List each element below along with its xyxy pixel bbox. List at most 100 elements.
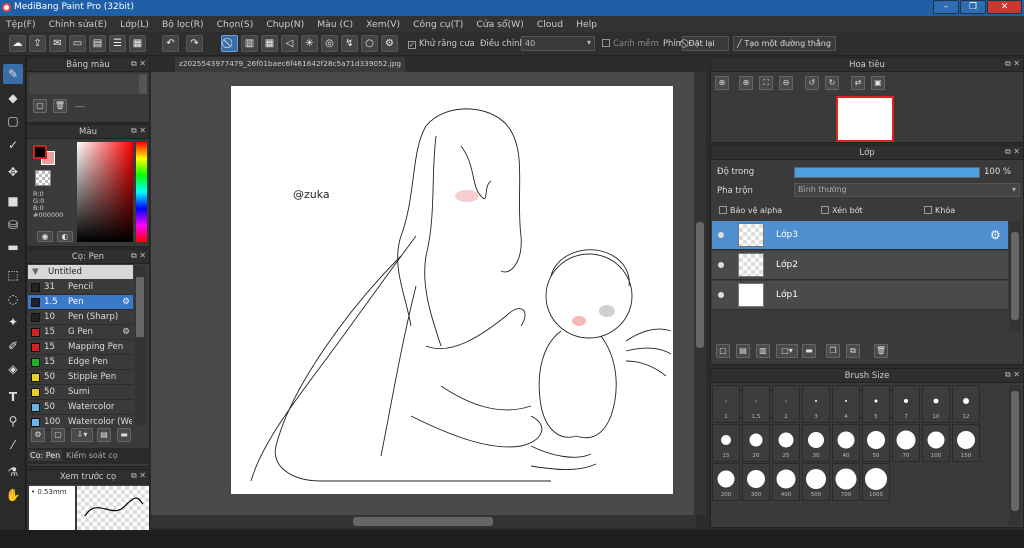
blend-select[interactable]: Bình thường ▾ xyxy=(794,183,1020,197)
brush-tool-icon[interactable]: ✎ xyxy=(3,64,23,84)
brush-size-option[interactable]: 1 xyxy=(712,385,740,423)
close-icon[interactable]: ✕ xyxy=(1013,370,1020,379)
brush-size-option[interactable]: 700 xyxy=(832,463,860,501)
brush-size-option[interactable]: 300 xyxy=(742,463,770,501)
brush-size-option[interactable]: 30 xyxy=(802,424,830,462)
popout-icon[interactable]: ⧉ xyxy=(1005,147,1011,156)
select-tool-icon[interactable]: ⬚ xyxy=(3,265,23,285)
scroll-thumb[interactable] xyxy=(136,277,144,337)
close-icon[interactable]: ✕ xyxy=(1013,59,1020,68)
new-layer-icon[interactable]: ▢ xyxy=(716,344,730,358)
brush-add-icon[interactable]: ⚙ xyxy=(31,428,45,442)
menu-cloud[interactable]: Cloud xyxy=(537,19,563,30)
comment-icon[interactable]: ▭ xyxy=(69,35,86,52)
saturation-value-square[interactable] xyxy=(77,142,133,242)
dropper-tool-icon[interactable]: ⚗ xyxy=(3,462,23,482)
popout-icon[interactable]: ⧉ xyxy=(131,471,137,480)
minimize-button[interactable]: – xyxy=(933,0,959,14)
snap-off-icon[interactable]: ⃠ xyxy=(221,35,238,52)
brush-size-option[interactable]: 10 xyxy=(922,385,950,423)
select-eraser-icon[interactable]: ◈ xyxy=(3,359,23,379)
layer-row[interactable]: Lớp2 xyxy=(712,251,1008,280)
transparent-swatch[interactable] xyxy=(35,170,51,186)
lasso-tool-icon[interactable]: ◌ xyxy=(3,289,23,309)
snap-circle-icon[interactable]: ○ xyxy=(361,35,378,52)
popout-icon[interactable]: ⧉ xyxy=(1005,59,1011,68)
color-swap-icon[interactable]: ◐ xyxy=(57,231,73,242)
clipping-checkbox[interactable]: Xén bớt xyxy=(821,206,863,215)
protect-alpha-checkbox[interactable]: Bảo vệ alpha xyxy=(719,206,782,215)
snap-concentric-icon[interactable]: ◎ xyxy=(321,35,338,52)
brush-size-option[interactable]: 7 xyxy=(892,385,920,423)
brush-copy-icon[interactable]: ▢ xyxy=(51,428,65,442)
brush-scrollbar[interactable] xyxy=(135,265,145,425)
snap-curve-icon[interactable]: ↯ xyxy=(341,35,358,52)
navigator-thumbnail[interactable] xyxy=(836,96,894,142)
brush-size-option[interactable]: 400 xyxy=(772,463,800,501)
gear-icon[interactable]: ⚙ xyxy=(122,295,130,310)
document-icon[interactable]: ▤ xyxy=(89,35,106,52)
grid-icon[interactable]: ▦ xyxy=(129,35,146,52)
straight-line-button[interactable]: ╱ Tạo một đường thẳng xyxy=(733,36,836,51)
close-icon[interactable]: ✕ xyxy=(139,251,146,260)
menu-filter[interactable]: Bộ lọc(R) xyxy=(162,19,204,30)
upload-icon[interactable]: ⇪ xyxy=(29,35,46,52)
brush-item[interactable]: 15 Mapping Pen xyxy=(28,340,133,355)
zoom-in-icon[interactable]: ⊕ xyxy=(739,76,753,90)
brush-size-option[interactable]: 100 xyxy=(922,424,950,462)
menu-select[interactable]: Chọn(S) xyxy=(217,19,254,30)
brush-folder-icon[interactable]: ▬ xyxy=(117,428,131,442)
brush-group-header[interactable]: ▼ Untitled xyxy=(28,265,133,279)
menu-file[interactable]: Tệp(F) xyxy=(6,19,36,30)
palette-scrollbar[interactable] xyxy=(139,74,147,94)
brush-size-option[interactable]: 70 xyxy=(892,424,920,462)
divide-tool-icon[interactable]: ⚲ xyxy=(3,411,23,431)
scroll-thumb[interactable] xyxy=(353,517,493,526)
bucket-tool-icon[interactable]: ⛁ xyxy=(3,215,23,235)
gear-icon[interactable]: ⚙ xyxy=(122,325,130,340)
close-icon[interactable]: ✕ xyxy=(139,126,146,135)
maximize-button[interactable]: ❐ xyxy=(960,0,986,14)
zoom-fit-icon[interactable]: ⊕ xyxy=(715,76,729,90)
close-button[interactable]: ✕ xyxy=(987,0,1022,14)
snap-settings-icon[interactable]: ⚙ xyxy=(381,35,398,52)
brush-item[interactable]: 50 Sumi xyxy=(28,385,133,400)
fill-rect-tool-icon[interactable]: ■ xyxy=(3,191,23,211)
zoom-actual-icon[interactable]: ⛶ xyxy=(759,76,773,90)
brush-item[interactable]: 31 Pencil xyxy=(28,280,133,295)
brush-item[interactable]: 1.5 Pen ⚙ xyxy=(28,295,133,310)
hue-slider[interactable] xyxy=(136,142,147,242)
scroll-thumb[interactable] xyxy=(1011,232,1019,320)
layer-row[interactable]: Lớp1 xyxy=(712,281,1008,310)
brush-item[interactable]: 50 Stipple Pen xyxy=(28,370,133,385)
popout-icon[interactable]: ⧉ xyxy=(131,126,137,135)
brush-size-option[interactable]: 200 xyxy=(712,463,740,501)
close-icon[interactable]: ✕ xyxy=(139,471,146,480)
visibility-icon[interactable] xyxy=(718,232,724,238)
brush-size-option[interactable]: 12 xyxy=(952,385,980,423)
popout-icon[interactable]: ⧉ xyxy=(131,251,137,260)
brush-size-option[interactable]: 500 xyxy=(802,463,830,501)
rotate-left-icon[interactable]: ↺ xyxy=(805,76,819,90)
brush-size-option[interactable]: 50 xyxy=(862,424,890,462)
horizontal-scrollbar[interactable] xyxy=(151,515,696,528)
brush-size-option[interactable]: 150 xyxy=(952,424,980,462)
menu-layer[interactable]: Lớp(L) xyxy=(120,19,149,30)
brush-size-option[interactable]: 4 xyxy=(832,385,860,423)
brush-size-scrollbar[interactable] xyxy=(1009,385,1021,525)
layer-scrollbar[interactable] xyxy=(1009,222,1021,332)
main-color-swatch[interactable] xyxy=(33,145,47,159)
rect-tool-icon[interactable]: ▢ xyxy=(3,111,23,131)
redo-icon[interactable]: ↷ xyxy=(186,35,203,52)
opacity-slider[interactable] xyxy=(794,167,980,178)
scroll-thumb[interactable] xyxy=(696,222,704,348)
eraser-tool-icon[interactable]: ◆ xyxy=(3,88,23,108)
tab-brush[interactable]: Cọ: Pen xyxy=(28,450,63,461)
brush-size-option[interactable]: 40 xyxy=(832,424,860,462)
menu-window[interactable]: Cửa sổ(W) xyxy=(476,19,523,30)
merge-layer-icon[interactable]: ⧉ xyxy=(846,344,860,358)
layer-settings-icon[interactable]: ⚙ xyxy=(990,228,1001,242)
visibility-icon[interactable] xyxy=(718,292,724,298)
cloud-icon[interactable]: ☁ xyxy=(9,35,26,52)
popout-icon[interactable]: ⧉ xyxy=(1005,370,1011,379)
